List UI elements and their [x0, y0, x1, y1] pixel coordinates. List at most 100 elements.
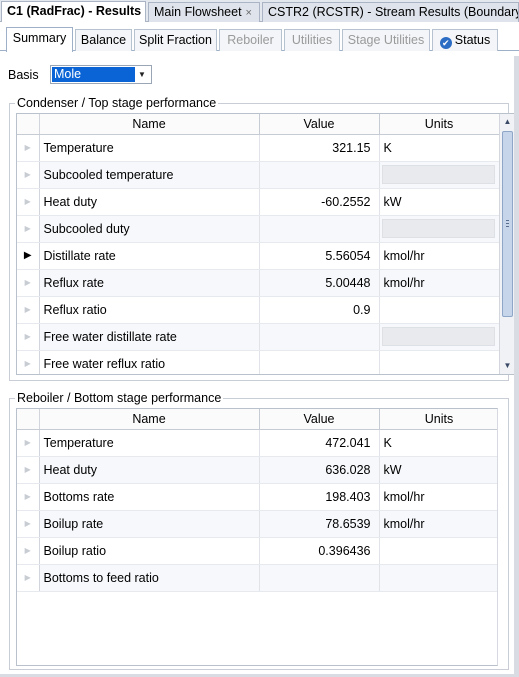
table-row[interactable]: ▶ Free water distillate rate: [17, 323, 500, 351]
row-name: Temperature: [39, 134, 260, 162]
row-units[interactable]: kmol/hr: [379, 510, 497, 538]
row-value: 636.028: [259, 456, 380, 484]
table-row[interactable]: ▶ Bottoms rate 198.403 kmol/hr: [17, 483, 497, 511]
row-selector[interactable]: ▶: [17, 456, 40, 484]
tab-balance[interactable]: Balance: [75, 29, 132, 51]
row-name: Heat duty: [39, 456, 260, 484]
scroll-up-arrow-icon[interactable]: ▲: [500, 114, 514, 130]
table-row[interactable]: ▶ Heat duty 636.028 kW: [17, 456, 497, 484]
row-units[interactable]: [379, 323, 500, 351]
table-row[interactable]: ▶ Boilup rate 78.6539 kmol/hr: [17, 510, 497, 538]
row-units[interactable]: kmol/hr: [379, 483, 497, 511]
units-field[interactable]: [381, 327, 495, 346]
tab-label: Balance: [80, 33, 127, 47]
table-row[interactable]: ▶ Subcooled duty: [17, 215, 500, 243]
tab-stage-utilities[interactable]: Stage Utilities: [342, 29, 430, 51]
scroll-down-arrow-icon[interactable]: ▼: [500, 358, 514, 374]
table-row[interactable]: ▶ Temperature 472.041 K: [17, 429, 497, 457]
row-units[interactable]: [379, 215, 500, 243]
row-units[interactable]: [379, 564, 497, 592]
reboiler-grid: Name Value Units ▶ Temperature 472.041 K…: [16, 408, 498, 666]
table-row[interactable]: ▶ Subcooled temperature: [17, 161, 500, 189]
reboiler-group-title: Reboiler / Bottom stage performance: [15, 390, 224, 406]
tab-utilities[interactable]: Utilities: [284, 29, 340, 51]
row-units[interactable]: [379, 350, 500, 374]
chevron-down-icon[interactable]: ▼: [135, 67, 149, 82]
row-selector[interactable]: ▶: [17, 161, 40, 189]
condenser-scrollbar[interactable]: ▲ ▼: [499, 114, 514, 374]
row-units[interactable]: kW: [379, 188, 500, 216]
row-value: 5.56054: [259, 242, 380, 270]
row-selector[interactable]: ▶: [17, 429, 40, 457]
row-units[interactable]: K: [379, 429, 497, 457]
document-tab-bar: C1 (RadFrac) - Results× Main Flowsheet× …: [0, 0, 519, 22]
row-units[interactable]: [379, 296, 500, 324]
basis-dropdown[interactable]: Mole ▼: [50, 65, 152, 84]
row-selector[interactable]: ▶: [17, 564, 40, 592]
grip-icon: [506, 220, 509, 227]
row-units[interactable]: K: [379, 134, 500, 162]
tab-reboiler[interactable]: Reboiler: [219, 29, 282, 51]
row-selector[interactable]: ▶: [17, 510, 40, 538]
check-circle-icon: ✔: [439, 37, 452, 49]
row-selector[interactable]: ▶: [17, 483, 40, 511]
doc-tab-c1-results[interactable]: C1 (RadFrac) - Results×: [1, 1, 146, 22]
row-selector-header: [17, 409, 40, 430]
row-value: [259, 350, 380, 374]
row-name: Distillate rate: [39, 242, 260, 270]
row-name: Subcooled temperature: [39, 161, 260, 189]
row-value: [259, 564, 380, 592]
row-selector[interactable]: ▶: [17, 215, 40, 243]
row-selector[interactable]: ▶: [17, 188, 40, 216]
close-icon[interactable]: ×: [246, 7, 252, 19]
close-icon[interactable]: ×: [145, 6, 146, 18]
units-field[interactable]: [381, 219, 495, 238]
tab-status[interactable]: ✔ Status: [432, 29, 498, 51]
row-units[interactable]: kmol/hr: [379, 242, 500, 270]
row-units[interactable]: kmol/hr: [379, 269, 500, 297]
doc-tab-cstr2-stream-results[interactable]: CSTR2 (RCSTR) - Stream Results (Boundary…: [262, 2, 519, 22]
row-selector[interactable]: ▶: [17, 350, 40, 374]
table-row[interactable]: ▶ Free water reflux ratio: [17, 350, 500, 374]
column-header-name[interactable]: Name: [39, 114, 260, 135]
tab-split-fraction[interactable]: Split Fraction: [134, 29, 217, 51]
row-name: Boilup rate: [39, 510, 260, 538]
table-row[interactable]: ▶ Reflux ratio 0.9: [17, 296, 500, 324]
column-header-units[interactable]: Units: [379, 114, 500, 135]
row-units[interactable]: kW: [379, 456, 497, 484]
tab-label: Summary: [12, 31, 67, 45]
units-field[interactable]: [381, 165, 495, 184]
column-header-units[interactable]: Units: [379, 409, 497, 430]
row-name: Reflux rate: [39, 269, 260, 297]
row-selector[interactable]: ▶: [17, 269, 40, 297]
column-header-value[interactable]: Value: [259, 114, 380, 135]
table-row[interactable]: ▶ Temperature 321.15 K: [17, 134, 500, 162]
row-selector[interactable]: ▶: [17, 537, 40, 565]
row-value: 5.00448: [259, 269, 380, 297]
tab-summary[interactable]: Summary: [6, 27, 73, 52]
row-selector[interactable]: ▶: [17, 296, 40, 324]
table-row[interactable]: ▶ Boilup ratio 0.396436: [17, 537, 497, 565]
row-units[interactable]: [379, 537, 497, 565]
doc-tab-main-flowsheet[interactable]: Main Flowsheet ×: [148, 2, 260, 22]
form-tab-bar: Summary Balance Split Fraction Reboiler …: [0, 27, 519, 52]
table-row[interactable]: ▶ Reflux rate 5.00448 kmol/hr: [17, 269, 500, 297]
column-header-name[interactable]: Name: [39, 409, 260, 430]
current-row-indicator[interactable]: ▶: [17, 242, 40, 270]
row-name: Reflux ratio: [39, 296, 260, 324]
row-name: Heat duty: [39, 188, 260, 216]
doc-tab-label: C1 (RadFrac) - Results: [7, 4, 142, 18]
row-name: Subcooled duty: [39, 215, 260, 243]
row-name: Bottoms rate: [39, 483, 260, 511]
column-header-value[interactable]: Value: [259, 409, 380, 430]
table-row[interactable]: ▶ Bottoms to feed ratio: [17, 564, 497, 592]
row-value: 472.041: [259, 429, 380, 457]
row-selector[interactable]: ▶: [17, 134, 40, 162]
condenser-group-title: Condenser / Top stage performance: [15, 95, 219, 111]
row-units[interactable]: [379, 161, 500, 189]
table-row[interactable]: ▶ Distillate rate 5.56054 kmol/hr: [17, 242, 500, 270]
table-row[interactable]: ▶ Heat duty -60.2552 kW: [17, 188, 500, 216]
tab-label: Status: [454, 33, 491, 47]
scrollbar-thumb[interactable]: [502, 131, 513, 317]
row-selector[interactable]: ▶: [17, 323, 40, 351]
